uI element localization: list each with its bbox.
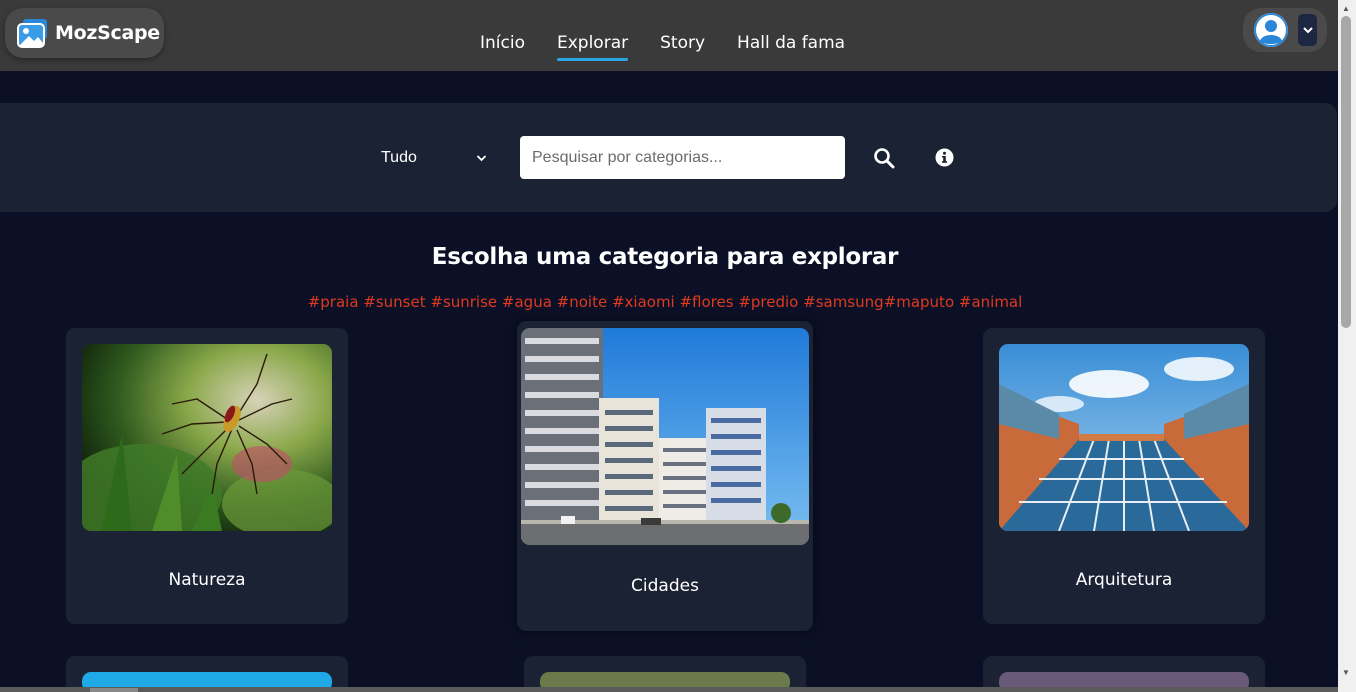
category-image-cidades — [521, 328, 809, 545]
nav-inicio[interactable]: Início — [480, 33, 525, 61]
filter-value: Tudo — [381, 149, 417, 166]
chevron-down-icon — [1302, 27, 1313, 34]
nav-hall-da-fama[interactable]: Hall da fama — [737, 33, 845, 61]
nav-explorar[interactable]: Explorar — [556, 33, 629, 61]
main-nav: Início Explorar Story Hall da fama — [480, 33, 877, 61]
category-filter-select[interactable]: Tudo — [381, 147, 487, 169]
user-avatar-icon[interactable] — [1254, 13, 1288, 47]
search-input[interactable] — [520, 136, 845, 179]
hashtag-list[interactable]: #praia #sunset #sunrise #agua #noite #xi… — [0, 293, 1330, 311]
category-card-arquitetura[interactable]: Arquitetura — [983, 328, 1265, 624]
search-panel: Tudo — [0, 103, 1337, 212]
top-navbar: MozScape Início Explorar Story Hall da f… — [0, 0, 1338, 71]
nav-story[interactable]: Story — [660, 33, 705, 61]
category-label: Natureza — [168, 570, 246, 590]
chevron-down-icon — [476, 155, 487, 162]
category-image-natureza — [82, 344, 332, 531]
category-image-arquitetura — [999, 344, 1249, 531]
info-icon[interactable] — [935, 148, 954, 167]
scroll-thumb[interactable] — [1341, 16, 1351, 328]
app-name: MozScape — [55, 22, 160, 44]
category-card-natureza[interactable]: Natureza — [66, 328, 348, 624]
category-card-cidades[interactable]: Cidades — [517, 321, 813, 631]
category-label: Cidades — [631, 576, 699, 596]
gallery-logo-icon — [17, 19, 47, 48]
scroll-down-arrow-icon[interactable]: ▼ — [1342, 668, 1350, 677]
scroll-up-arrow-icon[interactable]: ▲ — [1342, 4, 1350, 13]
vertical-scrollbar[interactable]: ▲ ▼ — [1338, 0, 1356, 692]
page-heading: Escolha uma categoria para explorar — [431, 244, 899, 270]
horizontal-scroll-thumb[interactable] — [90, 688, 138, 692]
category-label: Arquitetura — [1075, 570, 1173, 590]
horizontal-scrollbar[interactable] — [0, 687, 1338, 692]
user-menu[interactable] — [1243, 8, 1327, 52]
search-icon[interactable] — [873, 147, 895, 169]
user-menu-toggle[interactable] — [1298, 14, 1317, 46]
app-logo[interactable]: MozScape — [5, 8, 164, 58]
